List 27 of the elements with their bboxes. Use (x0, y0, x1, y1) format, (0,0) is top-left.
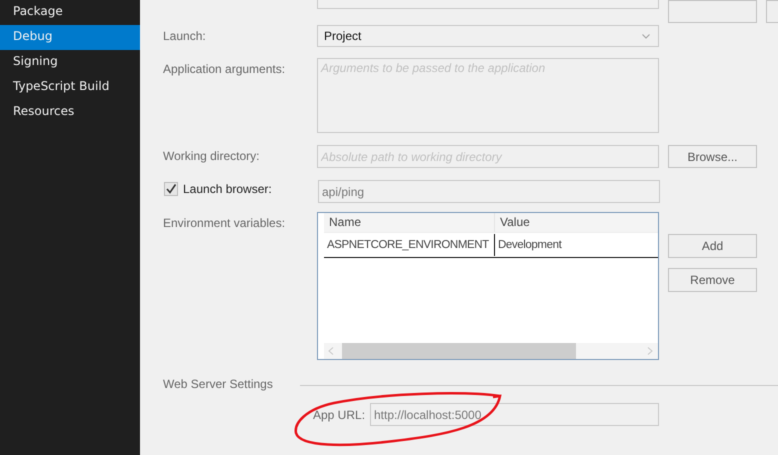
sidebar-item[interactable]: Package (0, 0, 140, 25)
app-url-label: App URL: (313, 408, 366, 422)
sidebar-item[interactable]: Resources (0, 100, 140, 125)
browse-button[interactable]: Browse... (668, 145, 757, 168)
sidebar-item[interactable]: Signing (0, 50, 140, 75)
table-cell[interactable]: Development (495, 234, 658, 256)
launch-dropdown[interactable]: Project (317, 25, 659, 47)
launch-browser-label: Launch browser: (183, 182, 272, 196)
sidebar-item[interactable]: TypeScript Build (0, 75, 140, 100)
column-header[interactable]: Name (324, 213, 495, 232)
application-arguments-label: Application arguments: (163, 61, 286, 76)
launch-browser-url-field[interactable]: api/ping (318, 180, 660, 203)
table-action-button[interactable]: Add (668, 234, 757, 258)
launch-browser-checkbox[interactable] (164, 182, 178, 196)
sidebar-item[interactable]: Debug (0, 25, 140, 50)
working-directory-label: Working directory: (163, 148, 260, 163)
column-header[interactable]: Value (495, 213, 658, 232)
launch-label: Launch: (163, 28, 207, 43)
scroll-left-icon[interactable] (328, 347, 334, 355)
horizontal-scrollbar[interactable] (324, 343, 658, 359)
app-url-field[interactable]: http://localhost:5000 (370, 403, 659, 426)
chevron-down-icon (642, 34, 650, 38)
scroll-right-icon[interactable] (647, 347, 653, 355)
table-cell[interactable]: ASPNETCORE_ENVIRONMENT (324, 234, 495, 256)
environment-variables-label: Environment variables: (163, 215, 286, 230)
table-action-button[interactable]: Remove (668, 268, 757, 292)
section-title: Web Server Settings (163, 377, 274, 391)
